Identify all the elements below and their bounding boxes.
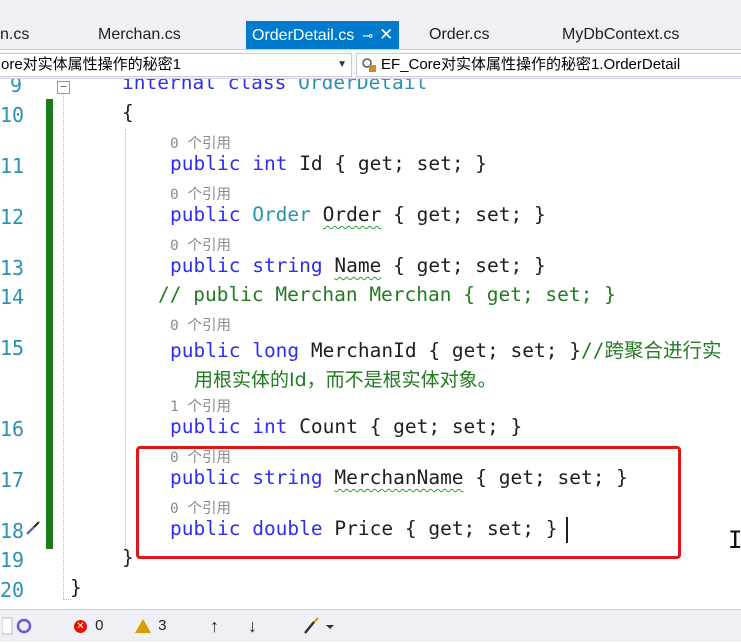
code-line-comment-wrap: 用根实体的Id，而不是根实体对象。 — [194, 369, 497, 391]
line-number: 9 — [9, 79, 22, 97]
change-marker-bar — [46, 99, 53, 549]
identifier-token: Order — [322, 203, 382, 226]
keyword-token: internal class — [122, 79, 287, 94]
code-line-comment: // public Merchan Merchan { get; set; } — [158, 283, 616, 306]
codelens-references[interactable]: 0 个引用 — [170, 314, 231, 335]
codelens-references[interactable]: 1 个引用 — [170, 395, 231, 416]
tab-label: n.cs — [0, 26, 30, 43]
line-number: 16 — [0, 417, 25, 441]
codelens-references[interactable]: 0 个引用 — [170, 132, 231, 153]
codelens-references[interactable]: 0 个引用 — [170, 234, 231, 255]
outline-guide-end — [63, 599, 71, 600]
tab-partial[interactable]: n.cs — [0, 21, 29, 49]
previous-issue-arrow-icon[interactable]: ↑ — [210, 616, 219, 636]
accessor-token: { get; set; } — [428, 339, 581, 362]
keyword-token: public — [170, 254, 241, 277]
code-line-order: public Order Order { get; set; } — [170, 203, 546, 226]
identifier-token: Id — [299, 152, 323, 175]
tab-label: Merchan.cs — [98, 26, 181, 43]
code-cleanup-button[interactable] — [302, 616, 336, 642]
line-number: 18 — [0, 519, 25, 543]
class-icon — [362, 58, 376, 72]
codelens-references[interactable]: 0 个引用 — [170, 183, 231, 204]
code-line-id: public int Id { get; set; } — [170, 152, 487, 175]
line-number: 19 — [0, 548, 25, 572]
code-line-count: public int Count { get; set; } — [170, 415, 522, 438]
quick-action-brush-icon[interactable] — [24, 519, 42, 537]
keyword-token: public — [170, 203, 241, 226]
member-dropdown[interactable]: EF_Core对实体属性操作的秘密1.OrderDetail — [356, 53, 741, 77]
error-icon: ✕ — [74, 619, 87, 633]
document-tab-bar: n.cs Merchan.cs OrderDetail.cs ⊸ ✕ Order.c… — [0, 0, 741, 50]
chevron-down-icon: ▼ — [337, 59, 347, 70]
line-number: 11 — [0, 154, 25, 178]
tab-label: MyDbContext.cs — [562, 26, 680, 43]
warnings-indicator[interactable]: 3 — [135, 616, 167, 636]
tab-orderdetail[interactable]: OrderDetail.cs ⊸ ✕ — [246, 21, 400, 49]
tab-merchan[interactable]: Merchan.cs — [98, 21, 181, 49]
keyword-token: int — [252, 152, 288, 175]
pin-icon[interactable]: ⊸ — [362, 28, 373, 43]
accessor-token: { get; set; } — [369, 415, 523, 438]
keyword-token: public — [170, 415, 241, 438]
type-token: OrderDetail — [298, 79, 428, 94]
code-line-close-brace: } — [122, 546, 134, 569]
tab-order[interactable]: Order.cs — [429, 21, 489, 49]
close-icon[interactable]: ✕ — [379, 25, 393, 44]
comment-token: //跨聚合进行实 — [580, 339, 722, 362]
line-number: 12 — [0, 205, 25, 229]
code-line-name: public string Name { get; set; } — [170, 254, 546, 277]
keyword-token: string — [252, 254, 323, 277]
keyword-token: long — [252, 339, 300, 362]
keyword-token: public — [170, 339, 241, 362]
project-dropdown[interactable]: ore对实体属性操作的秘密1 ▼ — [0, 53, 352, 77]
line-number: 15 — [0, 336, 25, 360]
ibeam-cursor-icon: I — [728, 526, 741, 554]
code-line-class-decl: internal class OrderDetail — [122, 79, 427, 94]
line-number: 17 — [0, 468, 25, 492]
highlight-box — [136, 446, 681, 559]
error-count: 0 — [95, 617, 104, 634]
code-editor[interactable]: 9 10 11 12 13 14 15 16 17 18 19 20 − int… — [0, 79, 741, 609]
line-number: 14 — [0, 285, 25, 309]
indent-guide — [125, 129, 126, 549]
code-line-open-brace: { — [122, 101, 134, 124]
accessor-token: { get; set; } — [393, 254, 546, 277]
identifier-token: Name — [334, 254, 382, 277]
errors-indicator[interactable]: ✕ 0 — [74, 616, 104, 636]
tab-label: Order.cs — [429, 26, 490, 43]
accessor-token: { get; set; } — [334, 152, 488, 175]
line-number: 10 — [0, 103, 25, 127]
type-token: Order — [252, 203, 311, 226]
line-number: 13 — [0, 256, 25, 280]
project-dropdown-label: ore对实体属性操作的秘密1 — [1, 56, 182, 73]
accessor-token: { get; set; } — [393, 203, 546, 226]
status-dropdown[interactable] — [1, 615, 32, 643]
keyword-token: int — [252, 415, 288, 438]
brush-icon — [304, 617, 334, 634]
code-line-close-brace: } — [70, 576, 82, 599]
line-number: 20 — [0, 578, 25, 602]
outline-guide — [63, 94, 64, 599]
collapse-toggle-icon[interactable]: − — [57, 81, 70, 94]
identifier-token: MerchanId — [310, 339, 417, 362]
member-dropdown-label: EF_Core对实体属性操作的秘密1.OrderDetail — [381, 56, 681, 73]
warning-count: 3 — [158, 617, 167, 634]
identifier-token: Count — [299, 415, 358, 438]
keyword-token: public — [170, 152, 241, 175]
gear-icon — [1, 617, 32, 635]
navigation-bar: ore对实体属性操作的秘密1 ▼ EF_Core对实体属性操作的秘密1.Orde… — [0, 51, 741, 79]
tab-label: OrderDetail.cs — [252, 27, 355, 44]
tab-mydbcontext[interactable]: MyDbContext.cs — [562, 21, 679, 49]
code-line-merchanid: public long MerchanId { get; set; }//跨聚合… — [170, 334, 721, 363]
warning-icon — [135, 619, 151, 634]
next-issue-arrow-icon[interactable]: ↓ — [248, 616, 257, 636]
status-bar: ✕ 0 3 ↑ ↓ — [0, 609, 741, 642]
